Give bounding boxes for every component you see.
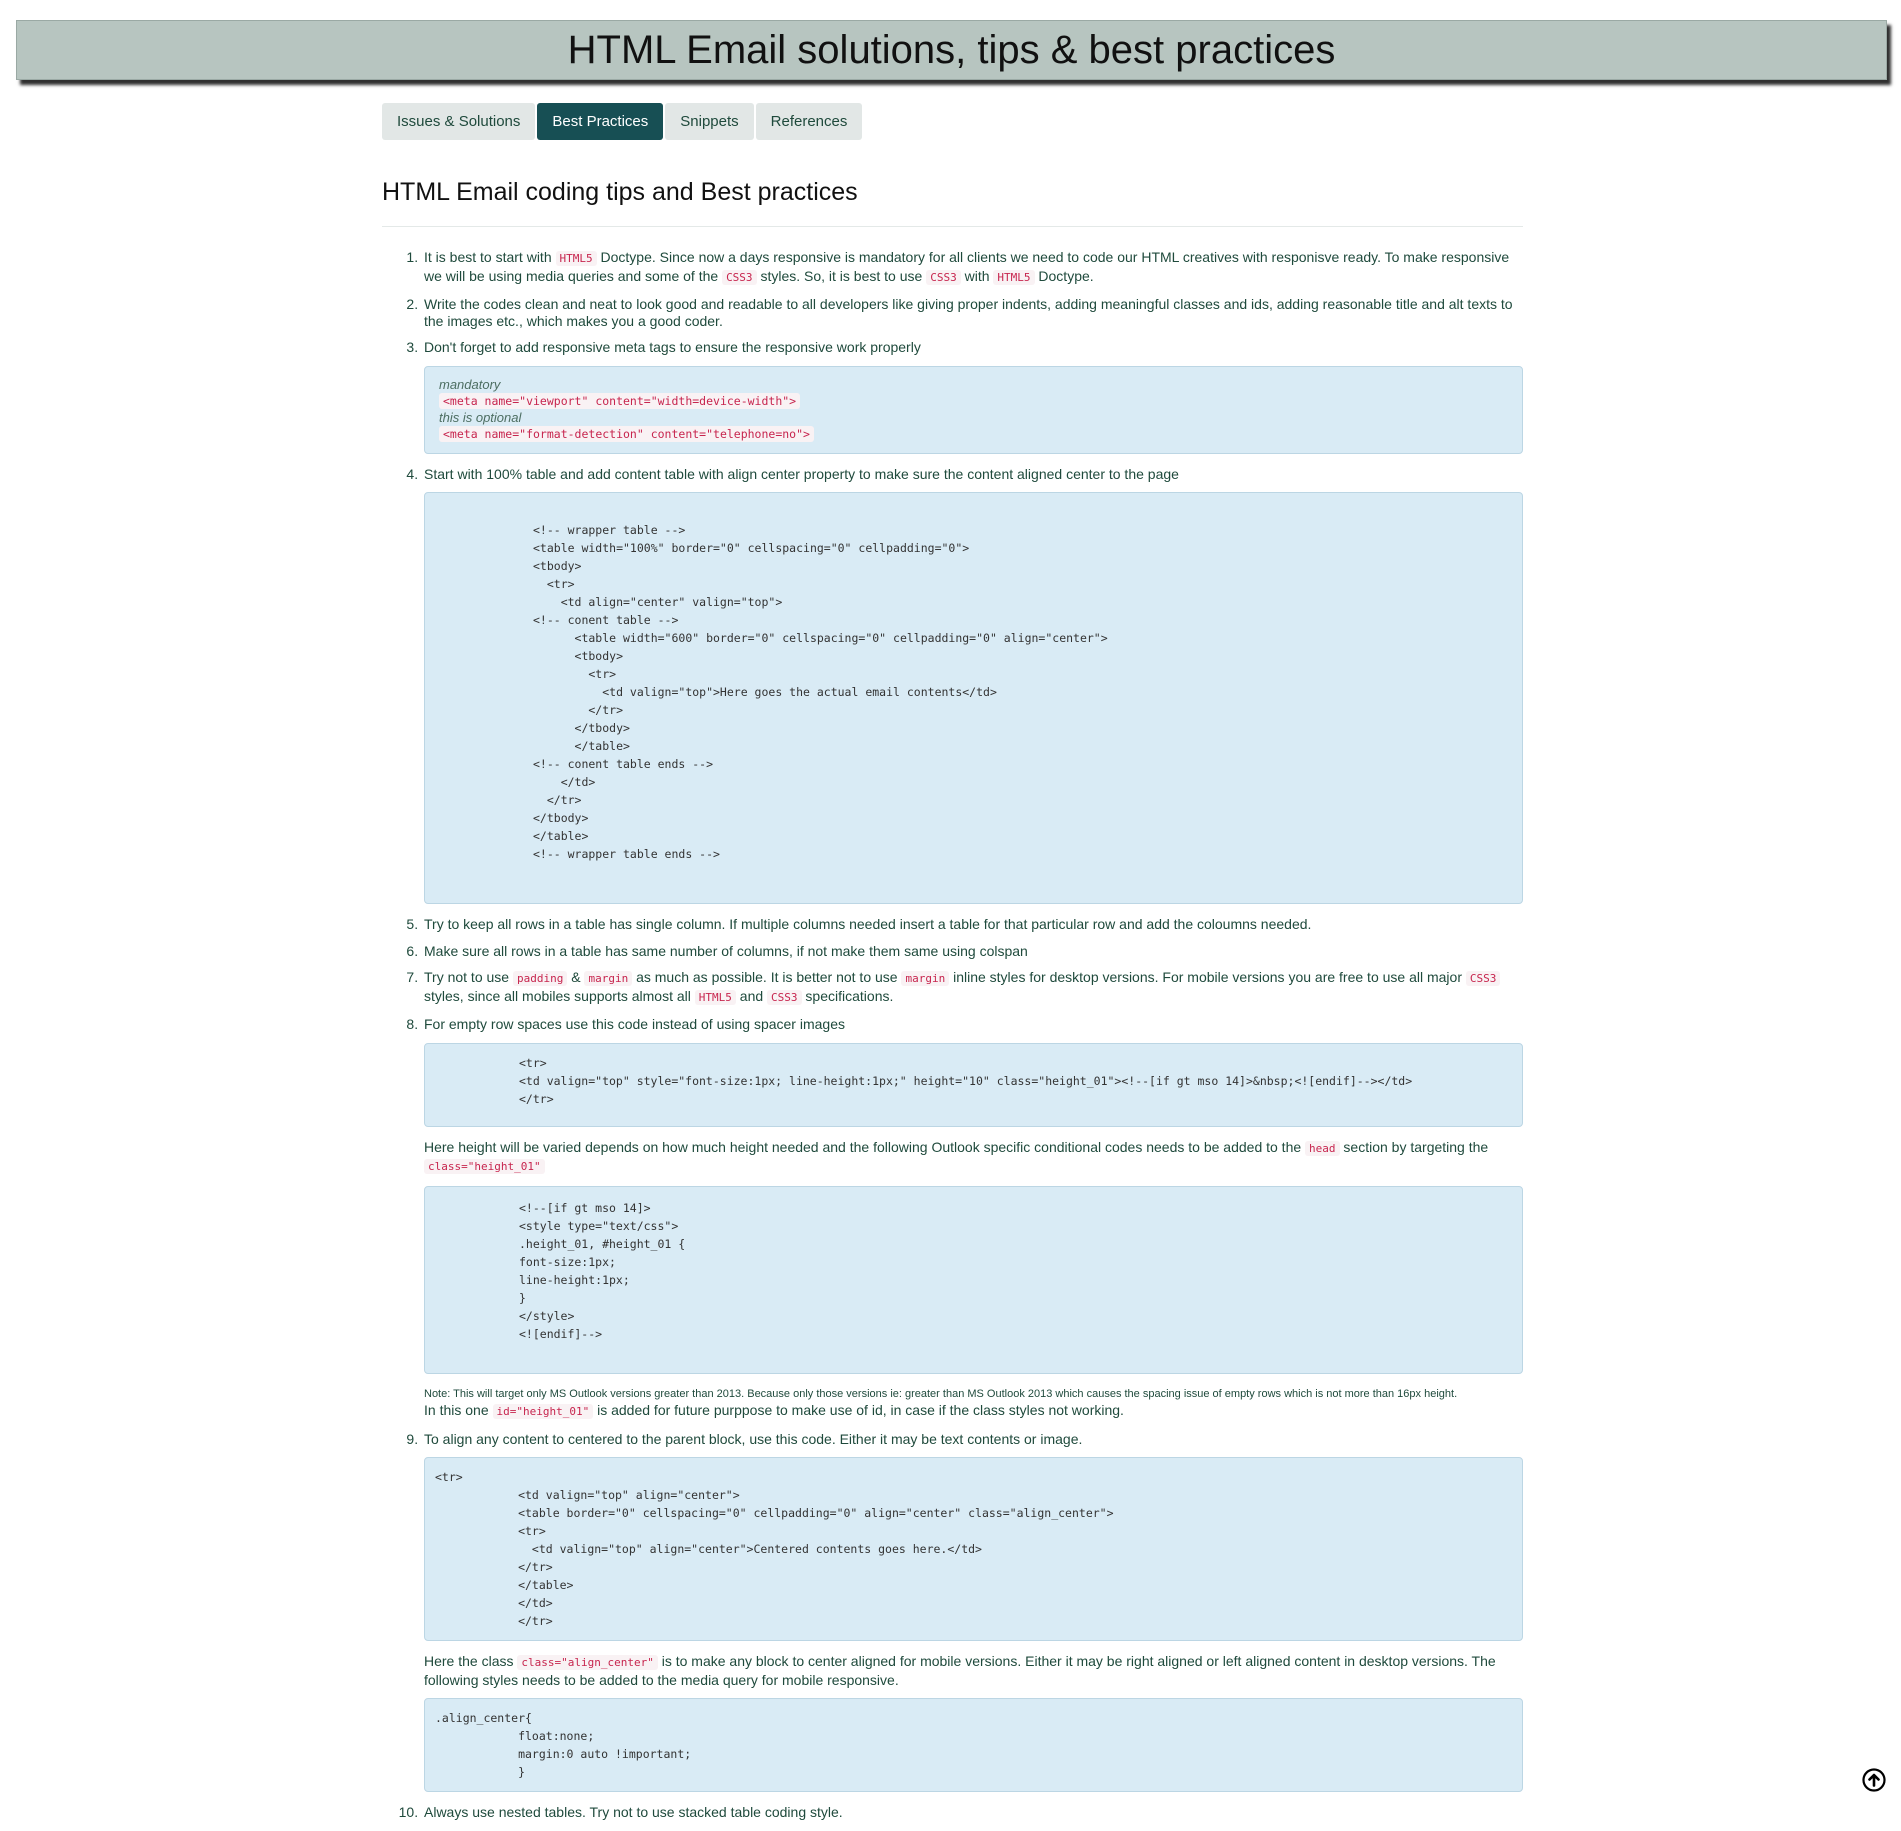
item-text: as much as possible. It is better not to… — [632, 969, 902, 985]
tab-snippets[interactable]: Snippets — [665, 103, 754, 140]
inline-code: CSS3 — [926, 269, 961, 285]
item-text: and — [735, 987, 768, 1004]
list-item: Try to keep all rows in a table has sing… — [422, 916, 1523, 933]
code-block: <tr> <td valign="top" align="center"> <t… — [424, 1457, 1523, 1641]
code-block: mandatory <meta name="viewport" content=… — [424, 365, 1523, 454]
code-block: .align_center{ float:none; margin:0 auto… — [424, 1698, 1523, 1792]
tab-references[interactable]: References — [755, 103, 863, 140]
item-text: In this one — [424, 1402, 493, 1418]
page-title: HTML Email coding tips and Best practice… — [382, 172, 1523, 227]
item-text: specifications. — [801, 987, 894, 1004]
main-content: HTML Email coding tips and Best practice… — [382, 172, 1523, 1831]
inline-code: class="align_center" — [517, 1655, 658, 1670]
list-item: Make sure all rows in a table has same n… — [422, 943, 1523, 960]
item-text: Don't forget to add responsive meta tags… — [424, 339, 921, 355]
item-text: Start with 100% table and add content ta… — [424, 465, 1179, 482]
inline-code: CSS3 — [767, 989, 802, 1005]
list-item: It is best to start with HTML5 Doctype. … — [422, 249, 1523, 286]
code-snippet: <!--[if gt mso 14]> <style type="text/cs… — [519, 1200, 686, 1341]
site-header: HTML Email solutions, tips & best practi… — [16, 20, 1887, 80]
item-text: It is best to start with — [424, 249, 556, 265]
item-text: Here height will be varied depends on ho… — [424, 1138, 1306, 1155]
code-snippet: <!-- wrapper table --> <table width="100… — [533, 523, 1108, 861]
list-item: For empty row spaces use this code inste… — [422, 1016, 1523, 1421]
item-text: styles. So, it is best to use — [756, 267, 927, 284]
inline-code: margin — [901, 971, 950, 986]
inline-code: padding — [512, 971, 568, 986]
code-block: <tr> <td valign="top" style="font-size:1… — [424, 1042, 1523, 1127]
item-text: Make sure all rows in a table has same n… — [424, 942, 1028, 959]
code-snippet: <tr> <td valign="top" style="font-size:1… — [519, 1055, 1413, 1106]
item-text: Doctype. — [1034, 267, 1094, 284]
inline-code: margin — [584, 971, 633, 986]
inline-code: <meta name="format-detection" content="t… — [439, 426, 814, 442]
arrow-up-circle-icon — [1862, 1768, 1886, 1792]
list-item: Always use nested tables. Try not to use… — [422, 1804, 1523, 1821]
item-text: To align any content to centered to the … — [424, 1430, 1083, 1447]
item-text: Here the class — [424, 1653, 518, 1669]
item-text: styles, since all mobiles supports almos… — [424, 987, 695, 1004]
code-snippet: <tr> <td valign="top" align="center"> <t… — [435, 1470, 1114, 1628]
code-label: this is optional — [439, 409, 522, 425]
item-text: & — [567, 969, 585, 985]
inline-code: id="height_01" — [492, 1404, 594, 1419]
list-item: Don't forget to add responsive meta tags… — [422, 339, 1523, 454]
item-text: Try not to use — [424, 969, 513, 985]
item-text: For empty row spaces use this code inste… — [424, 1016, 845, 1032]
item-text: inline styles for desktop versions. For … — [949, 969, 1466, 985]
list-item: Start with 100% table and add content ta… — [422, 465, 1523, 904]
code-label: mandatory — [439, 376, 501, 392]
list-item: To align any content to centered to the … — [422, 1430, 1523, 1792]
item-text: Always use nested tables. Try not to use… — [424, 1804, 843, 1820]
inline-code: <meta name="viewport" content="width=dev… — [439, 393, 801, 409]
inline-code: class="height_01" — [424, 1159, 545, 1174]
tab-best-practices[interactable]: Best Practices — [537, 103, 664, 140]
inline-code: head — [1305, 1140, 1340, 1156]
item-text: with — [960, 267, 994, 284]
item-text: is added for future purppose to make use… — [593, 1402, 1124, 1418]
scroll-to-top-button[interactable] — [1862, 1768, 1886, 1792]
note-text: Note: This will target only MS Outlook v… — [424, 1387, 1458, 1400]
tab-issues-solutions[interactable]: Issues & Solutions — [382, 103, 536, 140]
item-text: section by targeting the — [1339, 1138, 1489, 1155]
item-text: Try to keep all rows in a table has sing… — [424, 916, 1312, 932]
code-block: <!--[if gt mso 14]> <style type="text/cs… — [424, 1185, 1523, 1374]
inline-code: HTML5 — [694, 989, 736, 1005]
tab-bar: Issues & Solutions Best Practices Snippe… — [382, 103, 863, 140]
site-title: HTML Email solutions, tips & best practi… — [567, 28, 1336, 72]
inline-code: CSS3 — [722, 269, 757, 285]
tips-list: It is best to start with HTML5 Doctype. … — [382, 249, 1523, 1821]
list-item: Try not to use padding & margin as much … — [422, 969, 1523, 1006]
code-block: <!-- wrapper table --> <table width="100… — [424, 492, 1523, 904]
inline-code: CSS3 — [1465, 971, 1501, 986]
inline-code: HTML5 — [993, 269, 1035, 285]
list-item: Write the codes clean and neat to look g… — [422, 296, 1523, 329]
item-text: Write the codes clean and neat to look g… — [424, 296, 1513, 329]
inline-code: HTML5 — [555, 251, 597, 266]
code-snippet: .align_center{ float:none; margin:0 auto… — [435, 1711, 692, 1779]
